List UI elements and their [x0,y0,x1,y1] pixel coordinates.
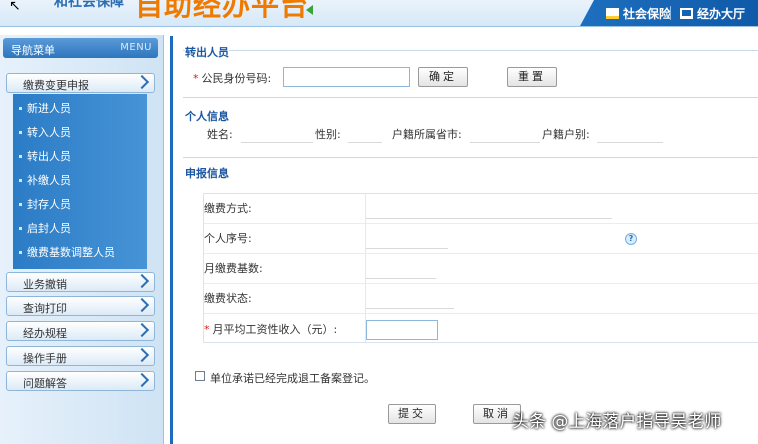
id-number-label: * 公民身份号码: [193,70,271,86]
monitor-icon [606,8,619,19]
personal-seq-value [366,248,448,249]
main-content: 转出人员 * 公民身份号码: 确定 重置 个人信息 姓名: 性别: 户籍所属省市:… [170,36,758,444]
sidebar-group-label: 业务撤销 [23,278,67,291]
sidebar-item-transfer-in[interactable]: 转入人员 [19,124,71,140]
speaker-icon[interactable] [306,5,313,15]
nav-header: 导航菜单 MENU [3,38,158,58]
tab-divider [670,6,671,20]
monthly-base-value [366,278,436,279]
sidebar-submenu: 新进人员 转入人员 转出人员 补缴人员 封存人员 启封人员 缴费基数调整人员 [13,94,147,269]
sidebar-group-payment-change[interactable]: 缴费变更申报 [6,73,155,93]
section-title-declaration: 申报信息 [185,165,229,181]
payment-method-value [366,218,612,219]
mouse-cursor-icon: ↖ [9,0,21,14]
sidebar-group-manual[interactable]: 操作手册 [6,346,155,366]
monthly-income-input[interactable] [366,320,438,340]
sidebar-group-label: 问题解答 [23,377,67,390]
reset-button[interactable]: 重置 [507,67,557,87]
building-icon [680,8,693,19]
sidebar-group-faq[interactable]: 问题解答 [6,371,155,391]
household-label: 户籍户别: [542,128,590,141]
nav-menu-label: MENU [120,42,152,53]
table-row-divider [204,223,758,224]
sidebar-group-query-print[interactable]: 查询打印 [6,296,155,316]
chevron-right-icon [134,273,150,289]
province-value [470,142,540,143]
section-divider-declaration [183,157,758,158]
id-number-label-text: 公民身份号码: [201,72,272,85]
sidebar-item-base-adjust[interactable]: 缴费基数调整人员 [19,244,115,260]
monthly-income-label: * 月平均工资性收入（元）: [204,321,337,337]
sidebar-group-label: 缴费变更申报 [23,79,89,92]
app-title: 自助经办平台 [135,0,310,22]
top-banner: ↖ 和社会保障 自助经办平台 社会保险 经办大厅 [0,0,758,27]
bullet-icon [19,131,22,134]
gender-value [348,142,382,143]
header-tabs: 社会保险 经办大厅 [580,0,758,26]
bullet-icon [19,107,22,110]
sidebar-group-label: 查询打印 [23,302,67,315]
tab-social-insurance-label: 社会保险 [623,7,672,21]
sidebar-group-label: 操作手册 [23,352,67,365]
id-number-input[interactable] [283,67,410,87]
payment-status-value [366,308,454,309]
tab-social-insurance[interactable]: 社会保险 [606,5,671,22]
table-row-divider [204,313,758,314]
sidebar-group-label: 经办规程 [23,327,67,340]
bullet-icon [19,227,22,230]
sidebar-item-label: 转入人员 [27,126,71,139]
sidebar-item-label: 新进人员 [27,102,71,115]
nav-title: 导航菜单 [11,44,55,57]
required-asterisk: * [204,323,210,336]
tab-service-hall-label: 经办大厅 [697,7,746,21]
section-title-personal-info: 个人信息 [185,108,229,124]
sidebar-item-label: 转出人员 [27,150,71,163]
chevron-right-icon [134,322,150,338]
section-divider-transfer [183,50,758,51]
sidebar-group-business-revoke[interactable]: 业务撤销 [6,272,155,292]
chevron-right-icon [134,297,150,313]
sidebar-item-new-staff[interactable]: 新进人员 [19,100,71,116]
tab-service-hall[interactable]: 经办大厅 [680,5,745,22]
chevron-right-icon [134,74,150,90]
payment-status-label: 缴费状态: [204,292,252,305]
help-icon[interactable]: ? [625,233,637,245]
section-divider-personal [183,97,758,98]
name-label: 姓名: [207,128,233,141]
required-asterisk: * [193,72,199,85]
table-row-divider [204,253,758,254]
watermark-text: 头条 @上海落户指导吴老师 [512,412,722,432]
sidebar-item-back-payment[interactable]: 补缴人员 [19,172,71,188]
submit-button[interactable]: 提交 [388,404,436,424]
bullet-icon [19,251,22,254]
monthly-base-label: 月缴费基数: [204,262,263,275]
sidebar-item-transfer-out[interactable]: 转出人员 [19,148,71,164]
sidebar-item-label: 封存人员 [27,198,71,211]
table-row-divider [204,283,758,284]
monthly-income-label-text: 月平均工资性收入（元）: [212,323,338,336]
sidebar-item-label: 补缴人员 [27,174,71,187]
pledge-label: 单位承诺已经完成退工备案登记。 [210,372,375,385]
payment-method-label: 缴费方式: [204,202,252,215]
pledge-checkbox[interactable] [195,371,205,381]
banner-prefix: 和社会保障 [54,0,124,10]
personal-seq-label: 个人序号: [204,232,252,245]
chevron-right-icon [134,347,150,363]
bullet-icon [19,203,22,206]
household-value [597,142,663,143]
province-label: 户籍所属省市: [392,128,462,141]
sidebar-item-suspend[interactable]: 封存人员 [19,196,71,212]
name-value [241,142,313,143]
sidebar-item-label: 缴费基数调整人员 [27,246,115,259]
sidebar: 导航菜单 MENU 缴费变更申报 新进人员 转入人员 转出人员 补缴人员 封存人… [0,35,164,444]
sidebar-item-label: 启封人员 [27,222,71,235]
section-title-transfer-out: 转出人员 [185,44,229,60]
gender-label: 性别: [315,128,341,141]
bullet-icon [19,155,22,158]
chevron-right-icon [134,372,150,388]
confirm-button[interactable]: 确定 [418,67,468,87]
sidebar-item-resume[interactable]: 启封人员 [19,220,71,236]
bullet-icon [19,179,22,182]
sidebar-group-procedures[interactable]: 经办规程 [6,321,155,341]
